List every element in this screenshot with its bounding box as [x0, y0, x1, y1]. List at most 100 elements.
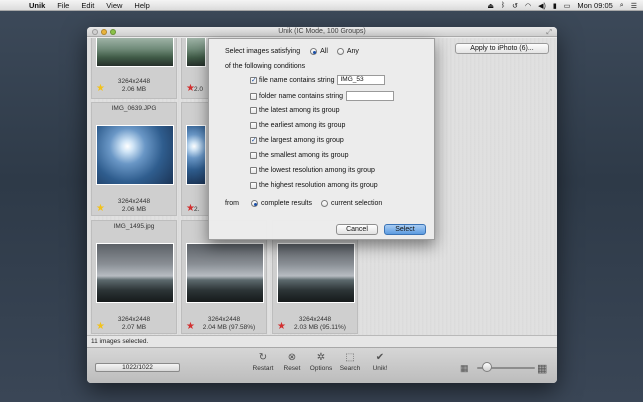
- menu-bar: Unik File Edit View Help ⏏ ᛒ ↺ ◠ ◀) ▮ ▭ …: [0, 0, 643, 11]
- foldername-string-input[interactable]: [346, 91, 395, 101]
- condition-label[interactable]: folder name contains string: [259, 93, 343, 100]
- bottom-toolbar: 1022/1022 ↻ Restart ⊗ Reset ✲ Options ⬚ …: [87, 347, 557, 383]
- image-card[interactable]: ★ 2.: [181, 102, 209, 216]
- checkbox-smallest[interactable]: [250, 152, 257, 159]
- image-thumbnail[interactable]: [186, 125, 206, 185]
- radio-any[interactable]: [336, 48, 344, 55]
- condition-label[interactable]: the largest among its group: [259, 137, 344, 144]
- menu-view[interactable]: View: [106, 1, 122, 10]
- large-grid-icon[interactable]: ▦: [537, 362, 547, 375]
- minimize-button[interactable]: [101, 29, 107, 35]
- image-filename: IMG_0639.JPG: [111, 105, 157, 112]
- close-button[interactable]: [92, 29, 98, 35]
- image-thumbnail[interactable]: [277, 243, 355, 303]
- cancel-button[interactable]: Cancel: [336, 224, 378, 235]
- radio-all-label[interactable]: All: [320, 48, 328, 55]
- gear-icon: ✲: [316, 352, 326, 363]
- volume-icon[interactable]: ◀): [538, 2, 546, 10]
- condition-label[interactable]: the earliest among its group: [259, 122, 345, 129]
- radio-complete-results[interactable]: [251, 200, 258, 207]
- bluetooth-icon[interactable]: ᛒ: [501, 2, 505, 9]
- condition-row: the latest among its group: [250, 107, 340, 114]
- image-size: 2.07 MB: [121, 324, 147, 331]
- image-card[interactable]: IMG_1495.jpg 3264x2448 ★ 2.07 MB: [91, 220, 177, 334]
- condition-label[interactable]: the lowest resolution among its group: [259, 167, 375, 174]
- unik-label: Unik!: [372, 365, 388, 372]
- window-title: Unik (IC Mode, 100 Groups): [278, 28, 366, 35]
- condition-row: the earliest among its group: [250, 122, 345, 129]
- radio-complete-label[interactable]: complete results: [261, 200, 312, 207]
- condition-label[interactable]: the smallest among its group: [259, 152, 349, 159]
- options-label: Options: [309, 365, 333, 372]
- menu-edit[interactable]: Edit: [81, 1, 94, 10]
- radio-current-label[interactable]: current selection: [331, 200, 382, 207]
- filename-string-input[interactable]: IMG_53: [337, 75, 386, 85]
- following-label-row: of the following conditions: [225, 63, 305, 70]
- image-thumbnail[interactable]: [186, 38, 206, 67]
- spotlight-icon[interactable]: ⌕: [620, 2, 624, 10]
- image-size: 2.06 MB: [121, 86, 147, 93]
- unik-button[interactable]: ✔ Unik!: [365, 352, 395, 372]
- zoom-button[interactable]: [110, 29, 116, 35]
- time-machine-icon[interactable]: ↺: [512, 2, 518, 10]
- search-icon: ⬚: [345, 352, 355, 363]
- menu-clock[interactable]: Mon 09:05: [577, 1, 612, 10]
- progress-indicator: 1022/1022: [95, 363, 180, 372]
- checkbox-highest-resolution[interactable]: [250, 182, 257, 189]
- image-card[interactable]: 3264x2448 ★ 2.06 MB: [91, 38, 177, 99]
- search-button[interactable]: ⬚ Search: [335, 352, 365, 372]
- image-thumbnail[interactable]: [96, 38, 174, 67]
- fullscreen-icon[interactable]: ⤢: [546, 28, 552, 38]
- eject-icon[interactable]: ⏏: [487, 2, 494, 10]
- image-thumbnail[interactable]: [96, 243, 174, 303]
- menu-help[interactable]: Help: [134, 1, 149, 10]
- wifi-icon[interactable]: ◠: [525, 2, 531, 10]
- condition-row: folder name contains string: [250, 91, 395, 101]
- image-thumbnail[interactable]: [96, 125, 174, 185]
- reset-button[interactable]: ⊗ Reset: [277, 352, 307, 372]
- checkbox-largest[interactable]: ✓: [250, 137, 257, 144]
- image-card[interactable]: ★ 2.0: [181, 38, 209, 99]
- image-size: 2.04 MB (97.58%): [202, 324, 256, 331]
- options-button[interactable]: ✲ Options: [306, 352, 336, 372]
- small-grid-icon[interactable]: ▦: [460, 363, 469, 374]
- radio-current-selection[interactable]: [320, 200, 328, 207]
- image-card[interactable]: IMG_0639.JPG 3264x2448 ★ 2.06 MB: [91, 102, 177, 216]
- slider-knob[interactable]: [482, 362, 492, 372]
- image-size: 2.06 MB: [121, 206, 147, 213]
- checkbox-foldername[interactable]: [250, 92, 257, 100]
- condition-label[interactable]: the highest resolution among its group: [259, 182, 378, 189]
- checkmark-icon: ✔: [375, 352, 385, 363]
- condition-row: the smallest among its group: [250, 152, 349, 159]
- source-row: from complete results current selection: [225, 200, 382, 207]
- condition-label[interactable]: file name contains string: [259, 77, 334, 84]
- menu-file[interactable]: File: [57, 1, 69, 10]
- condition-label[interactable]: the latest among its group: [259, 107, 340, 114]
- select-images-sheet: Select images satisfying All Any of the …: [208, 38, 435, 240]
- condition-row: the highest resolution among its group: [250, 182, 378, 189]
- radio-all[interactable]: [310, 48, 318, 55]
- notification-center-icon[interactable]: ☰: [631, 2, 637, 10]
- condition-row: ✓ file name contains string IMG_53: [250, 75, 386, 85]
- select-button[interactable]: Select: [384, 224, 426, 235]
- restart-button[interactable]: ↻ Restart: [248, 352, 278, 372]
- radio-any-label[interactable]: Any: [347, 48, 359, 55]
- restart-label: Restart: [252, 365, 274, 372]
- flag-icon[interactable]: ▮: [553, 2, 557, 10]
- checkbox-filename[interactable]: ✓: [250, 76, 257, 84]
- menu-app-name[interactable]: Unik: [29, 1, 45, 10]
- checkbox-latest[interactable]: [250, 107, 257, 114]
- checkbox-earliest[interactable]: [250, 122, 257, 129]
- following-label: of the following conditions: [225, 63, 306, 70]
- checkbox-lowest-resolution[interactable]: [250, 167, 257, 174]
- image-thumbnail[interactable]: [186, 243, 264, 303]
- battery-icon[interactable]: ▭: [564, 2, 571, 10]
- status-area: ⏏ ᛒ ↺ ◠ ◀) ▮ ▭ Mon 09:05 ⌕ ☰: [487, 0, 637, 11]
- apply-to-iphoto-button[interactable]: Apply to iPhoto (6)...: [455, 43, 549, 54]
- window-titlebar[interactable]: Unik (IC Mode, 100 Groups) ⤢: [87, 27, 557, 37]
- match-mode-row: Select images satisfying All Any: [225, 48, 359, 55]
- reset-label: Reset: [283, 365, 301, 372]
- condition-row: ✓ the largest among its group: [250, 137, 344, 144]
- condition-row: the lowest resolution among its group: [250, 167, 375, 174]
- restart-icon: ↻: [258, 352, 268, 363]
